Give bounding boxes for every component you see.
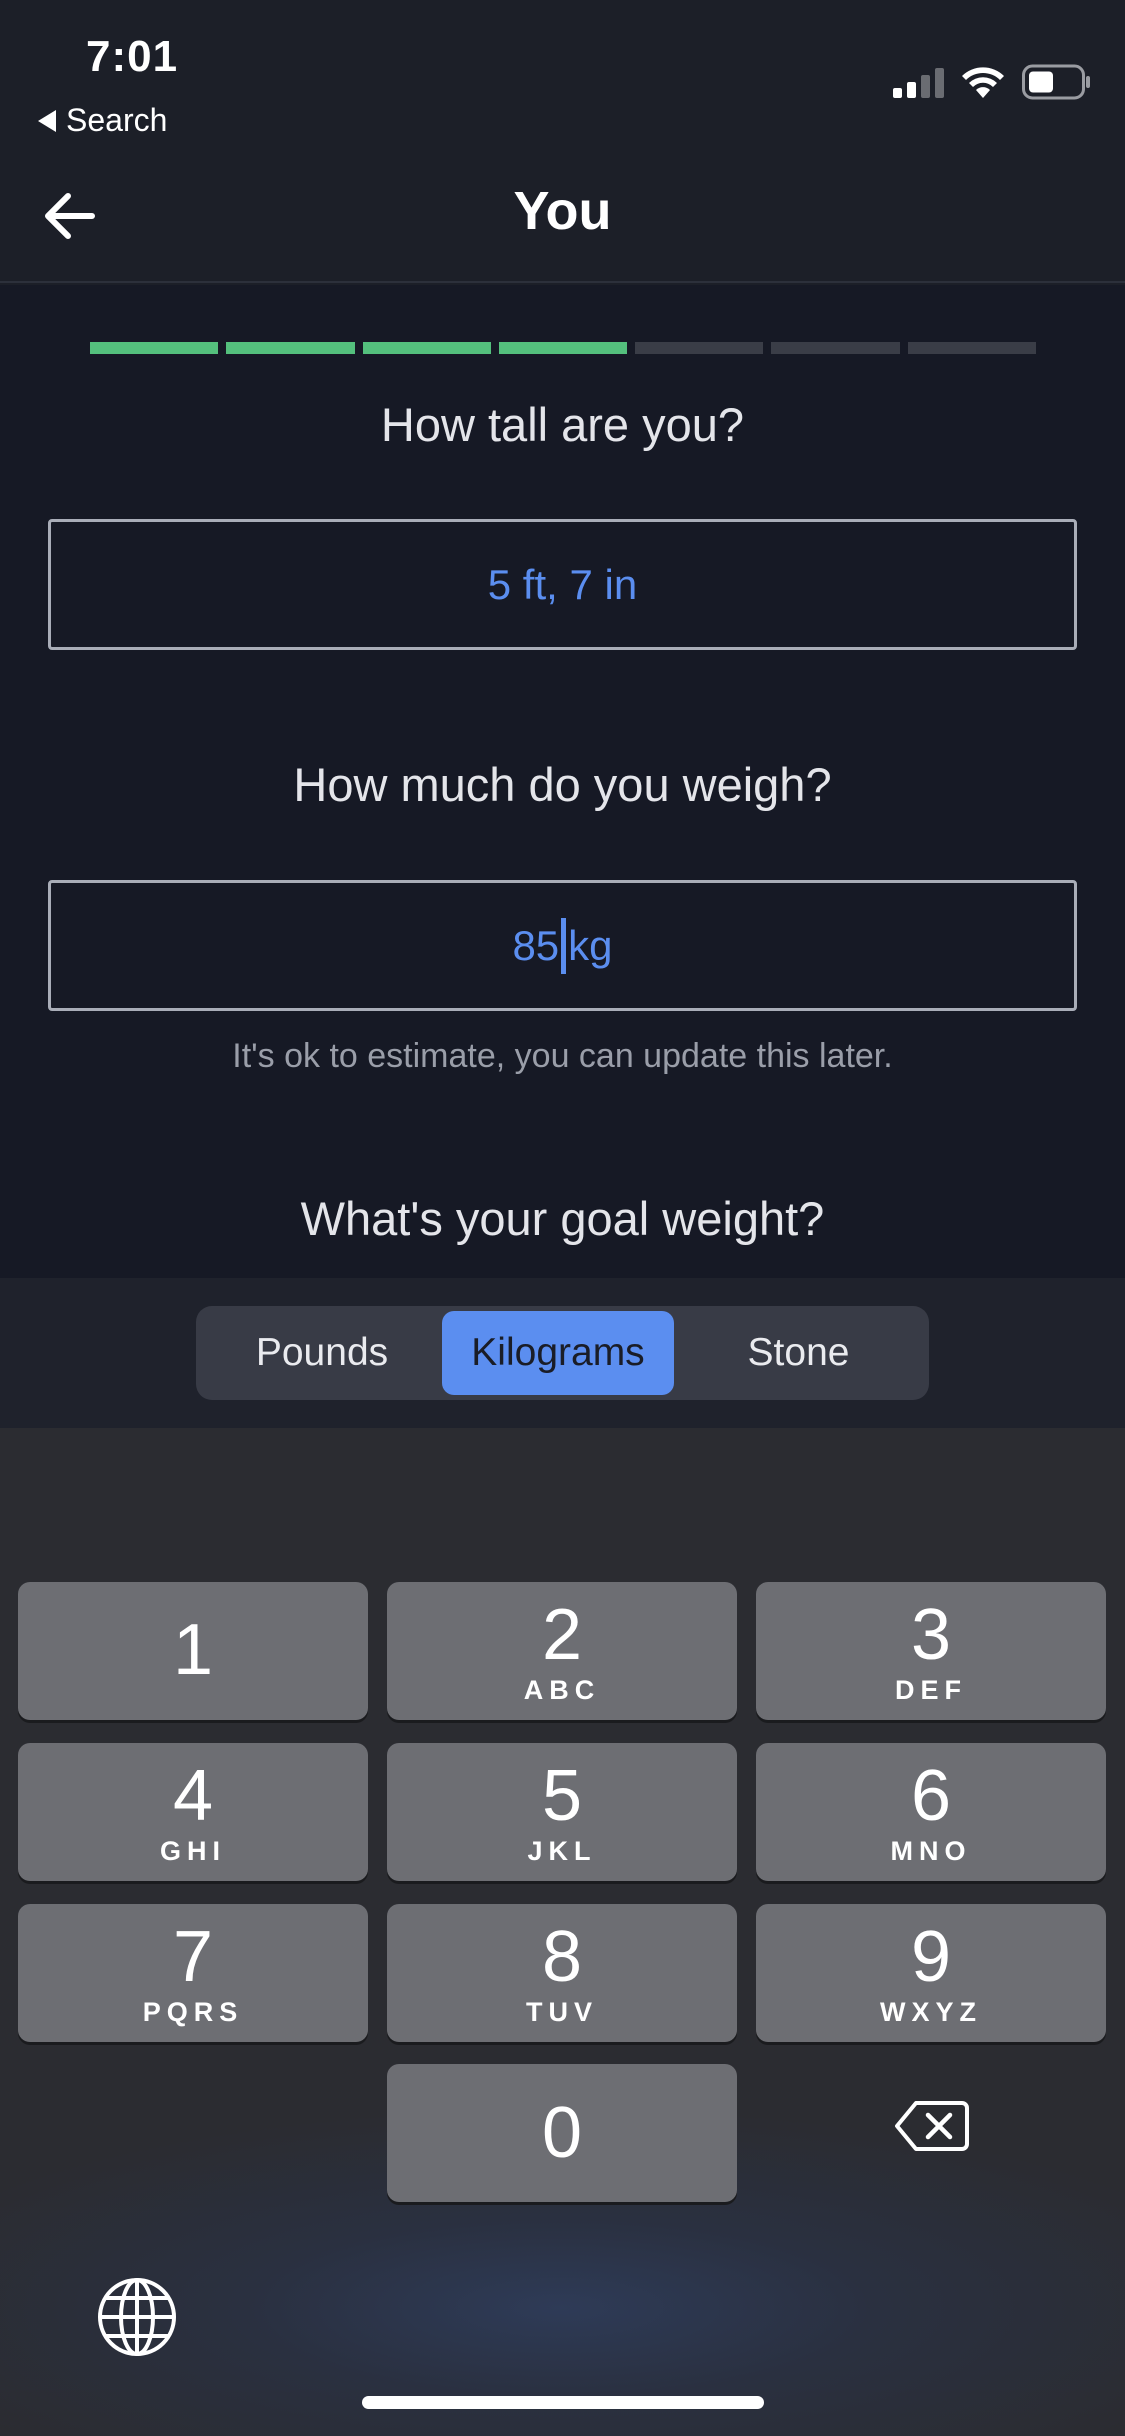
- key-5[interactable]: 5 JKL: [387, 1743, 737, 1881]
- weight-field[interactable]: 85 kg: [48, 880, 1077, 1011]
- height-question: How tall are you?: [380, 398, 745, 451]
- key-digit: 8: [541, 1916, 583, 1997]
- key-8[interactable]: 8 TUV: [387, 1904, 737, 2042]
- battery-icon: [1022, 64, 1090, 100]
- back-to-search-label: Search: [66, 102, 168, 138]
- progress-step: [771, 342, 900, 354]
- progress-step: [635, 342, 764, 354]
- key-letters: JKL: [527, 1835, 597, 1866]
- key-letters: DEF: [895, 1674, 967, 1705]
- nav-header: You: [0, 150, 1125, 283]
- home-indicator[interactable]: [362, 2396, 764, 2409]
- page-title: You: [513, 181, 612, 241]
- height-field[interactable]: 5 ft, 7 in: [48, 519, 1077, 650]
- progress-step: [226, 342, 355, 354]
- backspace-icon[interactable]: [894, 2100, 970, 2152]
- key-9[interactable]: 9 WXYZ: [756, 1904, 1106, 2042]
- key-letters: GHI: [159, 1835, 226, 1866]
- globe-icon[interactable]: [96, 2276, 178, 2358]
- key-1[interactable]: 1: [18, 1582, 368, 1720]
- key-letters: TUV: [526, 1996, 598, 2027]
- weight-unit: kg: [568, 921, 613, 969]
- progress-step: [907, 342, 1036, 354]
- key-0[interactable]: 0: [387, 2064, 737, 2202]
- progress-step: [90, 342, 219, 354]
- key-3[interactable]: 3 DEF: [756, 1582, 1106, 1720]
- step-progress-bar: [90, 342, 1036, 354]
- key-digit: 7: [172, 1916, 214, 1997]
- key-6[interactable]: 6 MNO: [756, 1743, 1106, 1881]
- unit-option-kilograms[interactable]: Kilograms: [442, 1311, 674, 1395]
- key-digit: 3: [910, 1594, 952, 1675]
- height-value: 5 ft, 7 in: [487, 560, 638, 608]
- unit-selector-bar: Pounds Kilograms Stone: [0, 1278, 1125, 1428]
- key-digit: 2: [541, 1594, 583, 1675]
- weight-question: How much do you weigh?: [293, 758, 832, 811]
- status-time: 7:01: [86, 32, 179, 81]
- goal-weight-question: What's your goal weight?: [300, 1192, 825, 1245]
- text-cursor: [561, 917, 567, 974]
- key-digit: 6: [910, 1755, 952, 1836]
- key-digit: 9: [910, 1916, 952, 1997]
- wifi-icon: [962, 67, 1004, 98]
- unit-option-pounds[interactable]: Pounds: [202, 1311, 442, 1395]
- key-4[interactable]: 4 GHI: [18, 1743, 368, 1881]
- weight-value: 85: [512, 921, 560, 969]
- numeric-keyboard: 1 2 ABC 3 DEF 4 GHI 5 JKL 6 MNO 7 PQRS 8…: [0, 1428, 1125, 2436]
- back-triangle-icon: [38, 109, 56, 132]
- weight-hint: It's ok to estimate, you can update this…: [232, 1037, 893, 1075]
- key-7[interactable]: 7 PQRS: [18, 1904, 368, 2042]
- key-digit: 1: [172, 1610, 214, 1690]
- key-digit: 5: [541, 1755, 583, 1836]
- progress-step: [498, 342, 628, 354]
- key-digit: 0: [541, 2093, 583, 2173]
- key-letters: MNO: [890, 1835, 972, 1866]
- key-letters: ABC: [523, 1674, 601, 1705]
- unit-option-stone[interactable]: Stone: [674, 1311, 923, 1395]
- key-letters: PQRS: [142, 1996, 244, 2027]
- status-bar: 7:01 Search: [0, 0, 1125, 150]
- progress-step: [362, 342, 491, 354]
- cellular-signal-icon: [893, 68, 944, 98]
- key-letters: WXYZ: [880, 1996, 982, 2027]
- unit-segmented-control: Pounds Kilograms Stone: [196, 1306, 929, 1400]
- key-digit: 4: [172, 1755, 214, 1836]
- key-2[interactable]: 2 ABC: [387, 1582, 737, 1720]
- profile-form: How tall are you? 5 ft, 7 in How much do…: [0, 285, 1125, 1278]
- back-to-search-link[interactable]: Search: [38, 102, 167, 139]
